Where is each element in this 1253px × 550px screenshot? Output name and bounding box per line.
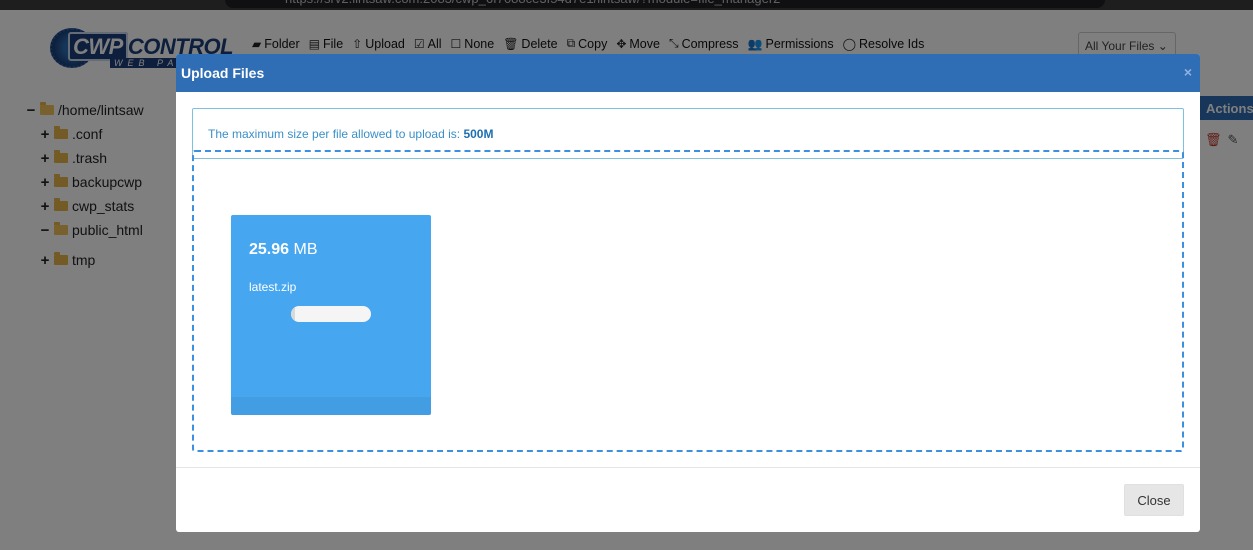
- upload-dropzone[interactable]: 25.96 MB latest.zip: [192, 150, 1184, 452]
- file-preview-card: 25.96 MB latest.zip: [231, 215, 431, 415]
- modal-title: Upload Files: [181, 65, 265, 81]
- upload-progress-fill: [291, 306, 295, 322]
- upload-progress-bar: [291, 306, 371, 322]
- close-icon[interactable]: ×: [1184, 64, 1192, 80]
- modal-footer: Close: [176, 467, 1200, 532]
- file-name: latest.zip: [249, 280, 297, 294]
- file-size: 25.96 MB: [249, 241, 318, 258]
- close-button[interactable]: Close: [1124, 484, 1184, 516]
- upload-files-modal: Upload Files × The maximum size per file…: [176, 54, 1200, 532]
- max-size-value: 500M: [463, 127, 494, 141]
- info-text: The maximum size per file allowed to upl…: [208, 127, 464, 141]
- modal-header: Upload Files ×: [176, 54, 1200, 92]
